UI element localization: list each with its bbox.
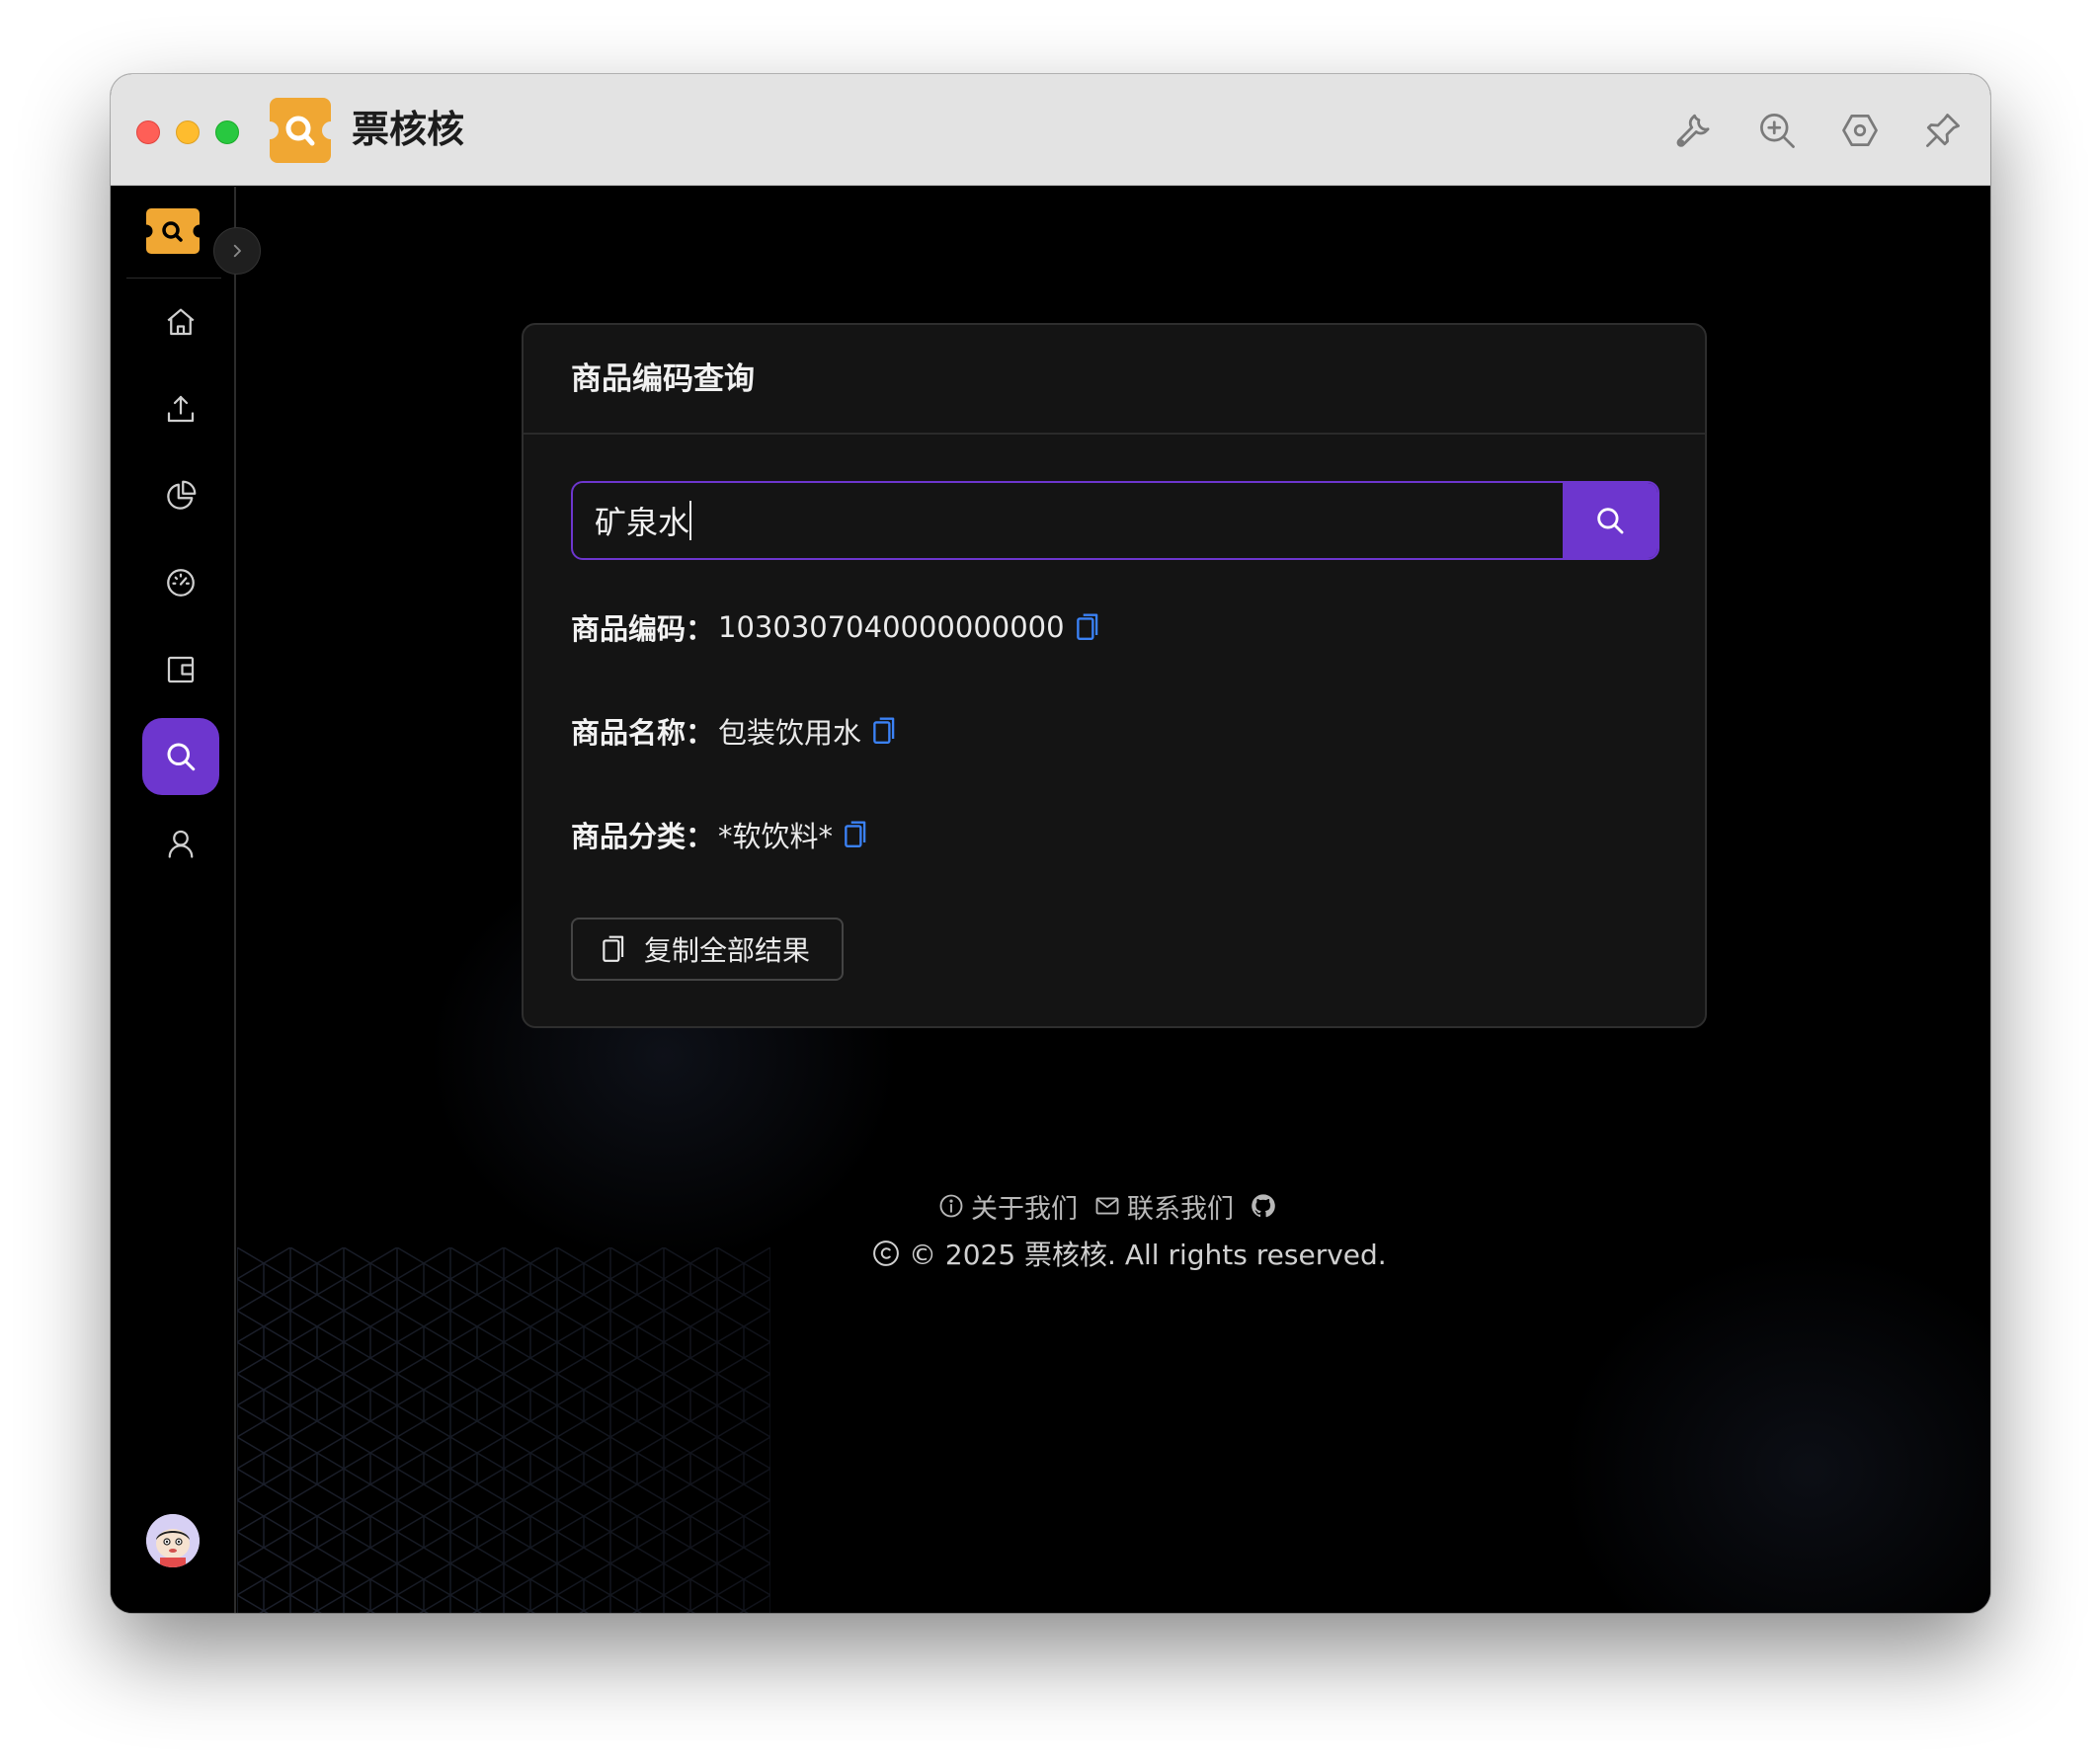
wrench-icon[interactable] xyxy=(1672,109,1716,152)
copy-all-label: 复制全部结果 xyxy=(644,934,811,967)
app-logo-icon xyxy=(268,98,333,163)
sidebar-item-statistics[interactable] xyxy=(142,457,219,534)
zoom-in-icon[interactable] xyxy=(1755,109,1799,152)
search-button[interactable] xyxy=(1563,483,1657,558)
search-icon xyxy=(167,743,196,771)
copyright-icon xyxy=(873,1240,899,1266)
product-code-query-card: 商品编码查询 商品编码： 1030307040000000000 xyxy=(522,323,1707,1028)
dashboard-icon xyxy=(167,569,195,597)
copyright-text: © 2025 票核核. All rights reserved. xyxy=(909,1239,1387,1271)
github-link[interactable] xyxy=(1250,1192,1283,1220)
avatar[interactable] xyxy=(146,1514,200,1567)
sidebar-item-home[interactable] xyxy=(142,283,219,360)
minimize-window-button[interactable] xyxy=(176,120,200,144)
contact-link[interactable]: 联系我们 xyxy=(1093,1187,1234,1226)
background-pattern xyxy=(237,1247,770,1613)
sidebar-item-search[interactable] xyxy=(142,718,219,795)
footer-links: 关于我们 联系我们 xyxy=(937,1186,1299,1226)
user-icon xyxy=(168,830,194,858)
title-bar: 票核核 xyxy=(111,74,1990,186)
result-value: 1030307040000000000 xyxy=(718,610,1065,644)
result-label: 商品编码： xyxy=(571,612,715,646)
result-value: 包装饮用水 xyxy=(718,716,862,750)
chevron-right-icon xyxy=(233,244,241,258)
sidebar-item-upload[interactable] xyxy=(142,370,219,447)
search-input[interactable] xyxy=(573,483,1565,558)
text-cursor xyxy=(689,501,691,540)
result-row-code: 商品编码： 1030307040000000000 xyxy=(571,603,1100,651)
copy-icon[interactable] xyxy=(871,716,897,746)
copy-icon[interactable] xyxy=(843,820,868,849)
search-box xyxy=(571,481,1659,560)
copy-all-button[interactable]: 复制全部结果 xyxy=(571,918,844,981)
result-row-category: 商品分类： *软饮料* xyxy=(571,811,868,858)
sidebar xyxy=(111,187,236,1613)
main-content: 商品编码查询 商品编码： 1030307040000000000 xyxy=(111,187,1990,1613)
app-window: 票核核 商品编码查询 矿泉水 商品编码： 1030307040000000000… xyxy=(111,74,1990,1613)
result-value: *软饮料* xyxy=(718,820,834,853)
home-icon xyxy=(167,308,195,336)
upload-icon xyxy=(167,395,195,423)
copyright: © 2025 票核核. All rights reserved. xyxy=(871,1232,1387,1275)
close-window-button[interactable] xyxy=(136,120,160,144)
sidebar-divider xyxy=(126,278,221,279)
card-title: 商品编码查询 xyxy=(571,361,755,397)
card-header: 商品编码查询 xyxy=(524,325,1705,435)
copy-icon[interactable] xyxy=(1075,612,1100,642)
about-link[interactable]: 关于我们 xyxy=(937,1187,1078,1226)
wallet-icon xyxy=(167,656,195,683)
result-row-name: 商品名称： 包装饮用水 xyxy=(571,707,897,755)
maximize-window-button[interactable] xyxy=(215,120,239,144)
sidebar-item-user[interactable] xyxy=(142,805,219,882)
mail-icon xyxy=(1095,1197,1119,1215)
search-icon xyxy=(1597,508,1624,534)
copy-icon xyxy=(603,935,624,962)
sidebar-logo-icon xyxy=(144,208,202,254)
result-label: 商品分类： xyxy=(571,820,715,853)
contact-link-label: 联系我们 xyxy=(1127,1193,1234,1225)
app-title: 票核核 xyxy=(352,108,465,151)
sidebar-item-wallet[interactable] xyxy=(142,631,219,708)
settings-icon[interactable] xyxy=(1838,109,1882,152)
pie-chart-icon xyxy=(167,480,197,510)
sidebar-expand-button[interactable] xyxy=(213,227,261,275)
pin-icon[interactable] xyxy=(1921,109,1965,152)
github-icon xyxy=(1252,1194,1275,1218)
result-label: 商品名称： xyxy=(571,716,715,750)
info-icon xyxy=(939,1194,963,1218)
sidebar-item-dashboard[interactable] xyxy=(142,544,219,621)
about-link-label: 关于我们 xyxy=(971,1193,1078,1225)
